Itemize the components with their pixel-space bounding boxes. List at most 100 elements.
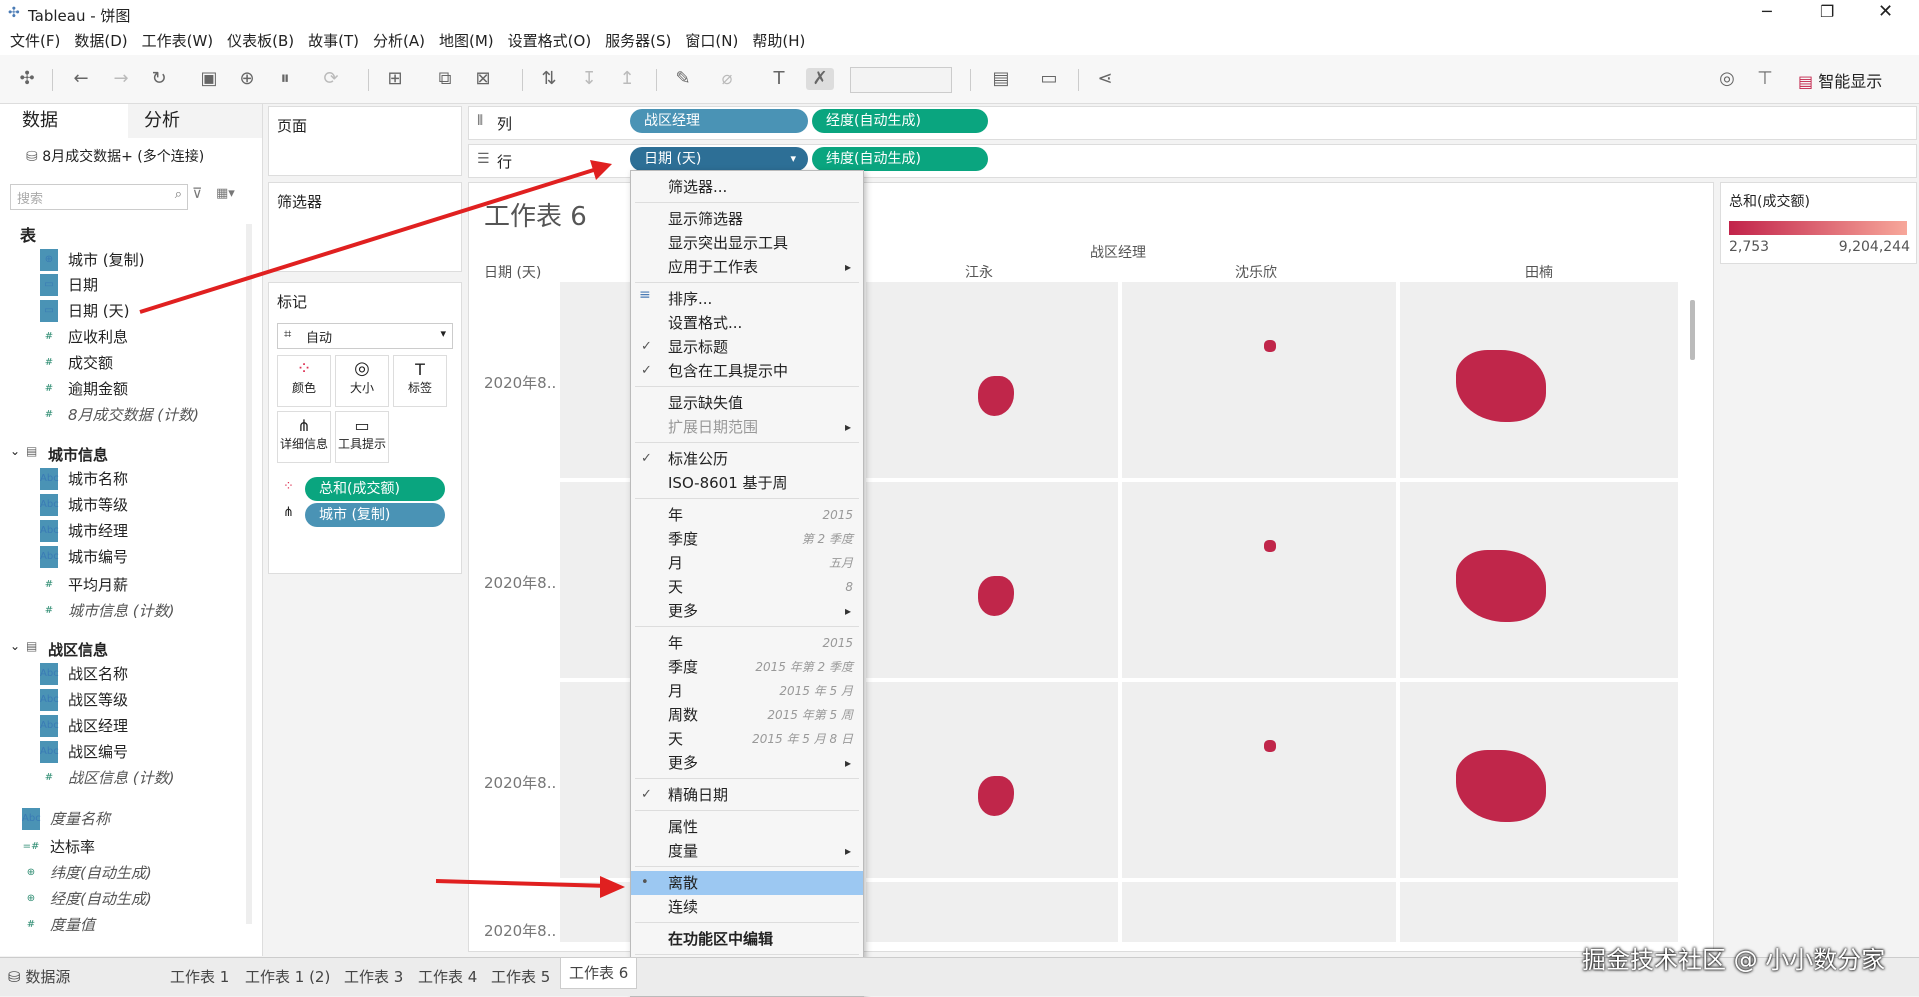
columns-pill-longitude[interactable]: 经度(自动生成) bbox=[812, 109, 988, 133]
search-input[interactable]: 搜索 ⌕ bbox=[10, 184, 188, 210]
minimize-icon[interactable]: ─ bbox=[1762, 2, 1772, 21]
menu-item[interactable]: 月 2015 年 5 月 bbox=[631, 679, 863, 703]
menu-item[interactable]: ISO-8601 基于周 bbox=[631, 471, 863, 495]
close-icon[interactable]: ✕ bbox=[1878, 1, 1893, 22]
tableau-home-icon[interactable]: ✣ bbox=[16, 68, 38, 90]
menu-item[interactable]: 显示突出显示工具 bbox=[631, 231, 863, 255]
label-button[interactable]: T 标签 bbox=[393, 355, 447, 407]
mark-type-select[interactable]: ⌗ 自动 ▾ bbox=[277, 323, 453, 349]
map-cell[interactable] bbox=[1122, 682, 1396, 878]
map-cell[interactable] bbox=[1122, 882, 1396, 942]
map-region[interactable] bbox=[978, 776, 1014, 816]
menu-item[interactable]: 应用于工作表 ▸ bbox=[631, 255, 863, 279]
map-cell[interactable] bbox=[866, 882, 1118, 942]
collapse-icon[interactable]: ⌄ bbox=[10, 639, 20, 653]
menu-file[interactable]: 文件(F) bbox=[10, 28, 60, 55]
save-icon[interactable]: ▣ bbox=[198, 68, 220, 90]
mark-pill-sum-amount[interactable]: 总和(成交额) bbox=[305, 477, 445, 501]
menu-item[interactable]: 年 2015 bbox=[631, 631, 863, 655]
color-legend[interactable]: 总和(成交额) 2,753 9,204,244 bbox=[1720, 182, 1917, 264]
field-city-name[interactable]: 城市名称 bbox=[68, 468, 128, 490]
map-cell[interactable] bbox=[1400, 482, 1678, 678]
smart-show-button[interactable]: ▤ 智能显示 bbox=[1798, 68, 1882, 92]
map-region[interactable] bbox=[978, 376, 1014, 416]
field-zone-id[interactable]: 战区编号 bbox=[68, 741, 128, 763]
menu-item[interactable]: 筛选器... bbox=[631, 175, 863, 199]
pause-updates-icon[interactable]: ⏸ bbox=[274, 68, 296, 90]
menu-item[interactable]: 度量 ▸ bbox=[631, 839, 863, 863]
menu-help[interactable]: 帮助(H) bbox=[752, 28, 805, 55]
map-cell[interactable] bbox=[1400, 882, 1678, 942]
field-city-level[interactable]: 城市等级 bbox=[68, 494, 128, 516]
highlight-icon[interactable]: ✎ bbox=[672, 68, 694, 90]
field-zone-count[interactable]: 战区信息 (计数) bbox=[68, 767, 174, 789]
swap-rows-columns-icon[interactable]: ⇅ bbox=[538, 68, 560, 90]
field-date-day[interactable]: 日期 (天) bbox=[68, 300, 129, 322]
duplicate-sheet-icon[interactable]: ⧉ bbox=[434, 68, 456, 90]
menu-item[interactable]: 连续 bbox=[631, 895, 863, 919]
field-city-manager[interactable]: 城市经理 bbox=[68, 520, 128, 542]
tab-analysis[interactable]: 分析 bbox=[128, 104, 262, 138]
map-cell[interactable] bbox=[866, 282, 1118, 478]
new-worksheet-icon[interactable]: ⊞ bbox=[384, 68, 406, 90]
menu-item[interactable]: ✓ 显示标题 bbox=[631, 335, 863, 359]
field-measure-values[interactable]: 度量值 bbox=[50, 914, 95, 936]
new-datasource-icon[interactable]: ⊕ bbox=[236, 68, 258, 90]
mark-pill-city-copy[interactable]: 城市 (复制) bbox=[305, 503, 445, 527]
clear-sheet-icon[interactable]: ⊠ bbox=[472, 68, 494, 90]
field-latitude[interactable]: 纬度(自动生成) bbox=[50, 862, 152, 884]
field-amount[interactable]: 成交额 bbox=[68, 352, 113, 374]
field-date[interactable]: 日期 bbox=[68, 274, 98, 296]
scrollbar[interactable] bbox=[1690, 300, 1695, 360]
maximize-icon[interactable]: ❐ bbox=[1820, 2, 1834, 21]
field-overdue[interactable]: 逾期金额 bbox=[68, 378, 128, 400]
field-city-copy[interactable]: 城市 (复制) bbox=[68, 249, 144, 271]
tab-sheet-4[interactable]: 工作表 4 bbox=[418, 966, 477, 987]
tooltip-button[interactable]: ▭ 工具提示 bbox=[335, 411, 389, 463]
tab-data[interactable]: 数据 bbox=[0, 104, 128, 140]
map-cell[interactable] bbox=[866, 682, 1118, 878]
pin-icon[interactable]: ⊤ bbox=[1754, 68, 1776, 90]
tab-sheet-1-2[interactable]: 工作表 1 (2) bbox=[245, 966, 330, 987]
map-cell[interactable] bbox=[1122, 482, 1396, 678]
detail-button[interactable]: ⋔ 详细信息 bbox=[277, 411, 331, 463]
filter-icon[interactable]: ⊽ bbox=[192, 186, 202, 202]
menu-item[interactable]: 设置格式... bbox=[631, 311, 863, 335]
fix-axes-icon[interactable]: ✗ bbox=[806, 68, 834, 90]
menu-data[interactable]: 数据(D) bbox=[74, 28, 127, 55]
menu-item[interactable]: • 离散 bbox=[631, 871, 863, 895]
filters-card[interactable]: 筛选器 bbox=[268, 182, 462, 272]
fit-dropdown[interactable] bbox=[850, 67, 952, 93]
menu-item[interactable]: 属性 bbox=[631, 815, 863, 839]
show-cards-icon[interactable]: ▤ bbox=[990, 68, 1012, 90]
ask-data-icon[interactable]: ◎ bbox=[1716, 68, 1738, 90]
columns-pill-zone-manager[interactable]: 战区经理 bbox=[630, 109, 808, 133]
menu-item[interactable]: 显示缺失值 bbox=[631, 391, 863, 415]
menu-analysis[interactable]: 分析(A) bbox=[373, 28, 425, 55]
map-cell[interactable] bbox=[1400, 682, 1678, 878]
menu-item[interactable]: 天 2015 年 5 月 8 日 bbox=[631, 727, 863, 751]
map-region[interactable] bbox=[1456, 550, 1546, 622]
tab-sheet-3[interactable]: 工作表 3 bbox=[344, 966, 403, 987]
show-labels-icon[interactable]: T bbox=[768, 68, 790, 90]
menu-item[interactable]: 年 2015 bbox=[631, 503, 863, 527]
share-icon[interactable]: ⋖ bbox=[1094, 68, 1116, 90]
redo-icon[interactable]: → bbox=[110, 68, 132, 90]
group-city-info[interactable]: 城市信息 bbox=[48, 444, 108, 466]
map-cell[interactable] bbox=[1400, 282, 1678, 478]
rows-pill-date-day[interactable]: 日期 (天) ▾ bbox=[630, 147, 808, 171]
undo-icon[interactable]: ← bbox=[70, 68, 92, 90]
menu-item[interactable]: 显示筛选器 bbox=[631, 207, 863, 231]
menu-item[interactable]: 排序... bbox=[631, 287, 863, 311]
replace-data-icon[interactable]: ↻ bbox=[148, 68, 170, 90]
map-cell[interactable] bbox=[866, 482, 1118, 678]
menu-item[interactable]: ✓ 包含在工具提示中 bbox=[631, 359, 863, 383]
datasource-name[interactable]: ⛁ 8月成交数据+ (多个连接) bbox=[26, 146, 204, 166]
tab-sheet-1[interactable]: 工作表 1 bbox=[170, 966, 229, 987]
rows-pill-latitude[interactable]: 纬度(自动生成) bbox=[812, 147, 988, 171]
menu-item[interactable]: 月 五月 bbox=[631, 551, 863, 575]
menu-item[interactable]: 周数 2015 年第 5 周 bbox=[631, 703, 863, 727]
menu-window[interactable]: 窗口(N) bbox=[685, 28, 738, 55]
field-measure-names[interactable]: 度量名称 bbox=[50, 808, 110, 830]
tab-sheet-5[interactable]: 工作表 5 bbox=[491, 966, 550, 987]
